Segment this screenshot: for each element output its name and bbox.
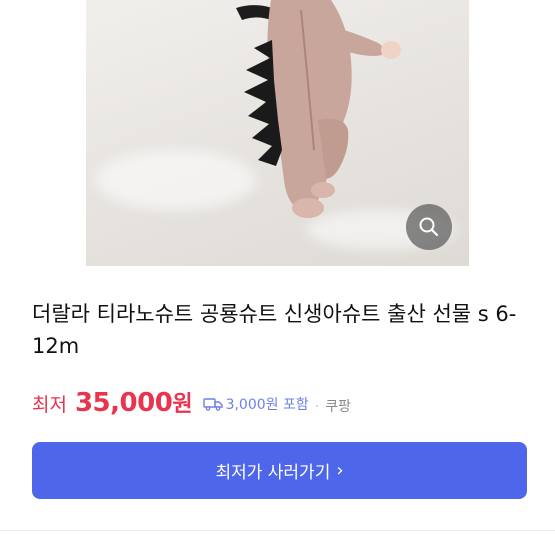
delivery-truck-icon (202, 398, 223, 411)
zoom-button[interactable] (406, 204, 452, 250)
product-title: 더랄라 티라노슈트 공룡슈트 신생아슈트 출산 선물 s 6-12m (32, 302, 517, 358)
separator-dot: · (314, 399, 320, 415)
seller-name: 쿠팡 (325, 399, 351, 415)
magnifier-icon (419, 217, 439, 237)
price-row: 최저 35,000 원 3,000원 포함 · 쿠팡 (32, 386, 351, 422)
price-value: 35,000 (74, 388, 173, 418)
price-prefix: 최저 (32, 394, 67, 416)
divider (0, 530, 555, 531)
buy-lowest-price-button[interactable]: 최저가 사러가기 › (32, 442, 527, 499)
shipping-text: 3,000원 포함 (225, 397, 309, 413)
shipping-info: 3,000원 포함 (202, 394, 309, 414)
buy-button-label: 최저가 사러가기 (215, 463, 331, 483)
chevron-right-icon: › (336, 460, 344, 481)
price-unit: 원 (172, 392, 193, 417)
